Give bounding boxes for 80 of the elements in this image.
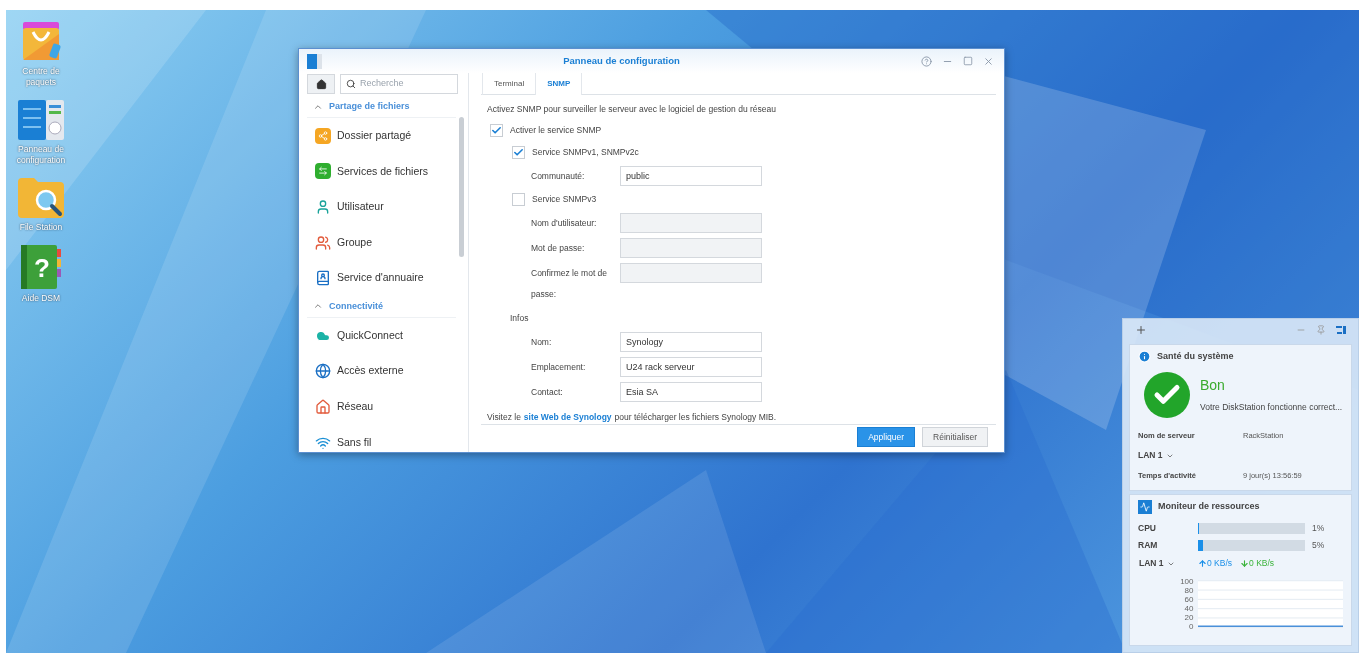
card-title: Moniteur de ressources <box>1158 499 1260 513</box>
home-network-icon <box>315 398 331 415</box>
meter-label: CPU <box>1138 521 1157 535</box>
field-label: Mot de passe: <box>531 241 586 255</box>
axis-tick-label: 20 <box>1183 614 1194 623</box>
globe-icon <box>315 363 331 380</box>
sidebar-item[interactable]: Groupe <box>337 234 373 251</box>
axis-tick-label: 0 <box>1188 623 1194 632</box>
section-header[interactable]: Partage de fichiers <box>329 99 410 114</box>
axis-tick-label: 80 <box>1183 586 1194 595</box>
shared-folder-icon <box>315 127 331 144</box>
sidebar-item[interactable]: Sans fil <box>337 434 372 451</box>
sidebar-item[interactable]: Service d'annuaire <box>337 270 424 287</box>
home-button[interactable] <box>307 74 335 94</box>
input-field[interactable]: U24 rack serveur <box>620 356 762 377</box>
panel-toggle-icon[interactable] <box>1336 326 1346 334</box>
directory-icon <box>315 270 331 287</box>
checkbox[interactable] <box>512 193 525 207</box>
axis-tick-label: 60 <box>1183 595 1194 604</box>
file-services-icon <box>315 163 331 180</box>
tab[interactable]: SNMP <box>535 73 583 95</box>
upload-arrow-icon <box>1198 559 1207 568</box>
sidebar-item[interactable]: QuickConnect <box>337 327 403 344</box>
app-icon <box>307 53 322 69</box>
download-arrow-icon <box>1240 559 1250 568</box>
search-icon <box>346 79 356 89</box>
pin-icon[interactable] <box>1316 325 1326 335</box>
reset-button[interactable]: Réinitialiser <box>922 427 988 448</box>
field-label: Contact: <box>531 385 564 399</box>
sidebar-item[interactable]: Réseau <box>337 399 374 415</box>
maximize-icon[interactable] <box>963 56 973 66</box>
input-field[interactable]: Synology <box>620 331 762 352</box>
checkbox[interactable] <box>490 124 503 138</box>
window-title: Panneau de configuration <box>562 53 681 68</box>
sidebar-item[interactable]: Accès externe <box>337 363 404 380</box>
input-field[interactable]: Esia SA <box>620 381 762 402</box>
upload-rate: 0 KB/s <box>1207 557 1233 570</box>
footer-text: Visitez le <box>487 410 521 424</box>
field-label: Confirmez le mot de passe: <box>531 266 609 301</box>
checkbox-label: Service SNMPv1, SNMPv2c <box>532 146 639 160</box>
sidebar-item[interactable]: Dossier partagé <box>337 127 412 144</box>
field-label: Communauté: <box>531 169 586 183</box>
section-heading: Infos <box>510 311 529 325</box>
axis-tick-label: 100 <box>1179 577 1194 586</box>
meter-reading: 1% <box>1311 521 1325 535</box>
checkbox[interactable] <box>512 146 525 160</box>
pulse-monitor-icon <box>1138 499 1152 514</box>
lan-dropdown[interactable]: LAN 1 <box>1138 449 1174 462</box>
search-placeholder: Recherche <box>360 77 404 91</box>
section-header[interactable]: Connectivité <box>329 299 383 314</box>
info-shield-icon <box>1138 350 1151 364</box>
meter-reading: 5% <box>1311 538 1325 552</box>
field-label: Nom d'utilisateur: <box>531 216 598 230</box>
user-icon <box>315 199 331 215</box>
field-label: Nom: <box>531 335 553 349</box>
lan-dropdown[interactable]: LAN 1 <box>1138 557 1198 570</box>
add-icon[interactable] <box>1135 324 1147 336</box>
intro-text: Activez SNMP pour surveiller le serveur avec le logiciel de gestion du réseau <box>486 103 777 116</box>
download-rate: 0 KB/s <box>1249 557 1275 570</box>
meter-label: RAM <box>1138 538 1159 552</box>
status-ok-icon <box>1144 371 1190 418</box>
synology-link[interactable]: site Web de Synology <box>523 410 612 424</box>
card-title: Santé du système <box>1157 350 1234 363</box>
checkbox-label: Activer le service SNMP <box>510 124 602 138</box>
axis-tick-label: 40 <box>1183 605 1194 614</box>
status-text: Bon <box>1200 376 1226 396</box>
group-icon <box>315 234 331 251</box>
close-icon[interactable] <box>983 55 994 67</box>
folder-magnifier-icon <box>18 178 64 218</box>
status-message: Votre DiskStation fonctionne correct... <box>1200 401 1343 414</box>
control-panel-icon <box>18 100 64 140</box>
sidebar-item[interactable]: Services de fichiers <box>337 163 429 180</box>
help-icon[interactable] <box>921 55 932 67</box>
home-icon <box>315 78 327 90</box>
scrollbar-thumb[interactable] <box>459 117 464 257</box>
checkbox-label: Service SNMPv3 <box>532 193 597 207</box>
input-field[interactable]: public <box>620 165 762 186</box>
sidebar-item[interactable]: Utilisateur <box>337 199 384 215</box>
field-label: Emplacement: <box>531 360 587 374</box>
footer-text: pour télécharger les fichiers Synology MIB. <box>614 410 777 424</box>
